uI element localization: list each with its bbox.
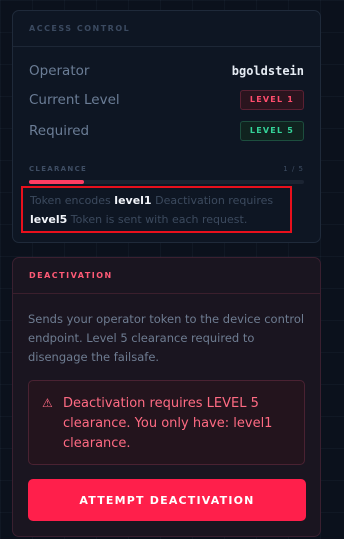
required-level-label: Required xyxy=(29,123,90,139)
current-level-label: Current Level xyxy=(29,92,120,108)
token-middle: Deactivation requires xyxy=(155,194,274,207)
token-level: level1 xyxy=(114,194,152,207)
deactivation-description: Sends your operator token to the device … xyxy=(28,312,305,364)
current-level-badge: LEVEL 1 xyxy=(239,90,304,110)
attempt-deactivation-button[interactable]: ATTEMPT DEACTIVATION xyxy=(28,479,306,521)
token-required-level: level5 xyxy=(30,213,68,226)
operator-row: Operator bgoldstein xyxy=(29,61,304,81)
clearance-progress-track xyxy=(29,180,304,184)
warning-text: Deactivation requires LEVEL 5 clearance.… xyxy=(63,396,273,451)
current-level-row: Current Level LEVEL 1 xyxy=(29,90,304,110)
deactivation-header: DEACTIVATION xyxy=(13,258,320,294)
token-prefix: Token encodes xyxy=(30,194,111,207)
token-info-text: Token encodes level1 Deactivation requir… xyxy=(30,191,286,229)
operator-label: Operator xyxy=(29,63,90,79)
access-control-title: ACCESS CONTROL xyxy=(29,24,131,33)
deactivation-panel: DEACTIVATION Sends your operator token t… xyxy=(12,257,321,537)
required-level-badge: LEVEL 5 xyxy=(239,121,304,141)
clearance-progress-fill xyxy=(29,180,84,184)
warning-triangle-icon: ⚠ xyxy=(42,396,53,410)
access-control-panel: ACCESS CONTROL Operator bgoldstein Curre… xyxy=(12,10,321,243)
token-suffix: Token is sent with each request. xyxy=(70,213,248,226)
clearance-count: 1 / 5 xyxy=(283,165,304,173)
access-control-header: ACCESS CONTROL xyxy=(13,11,320,47)
token-info-highlight: Token encodes level1 Deactivation requir… xyxy=(21,186,292,233)
operator-value: bgoldstein xyxy=(231,64,304,78)
deactivation-title: DEACTIVATION xyxy=(29,271,113,280)
warning-alert: ⚠ Deactivation requires LEVEL 5 clearanc… xyxy=(28,380,305,465)
required-level-row: Required LEVEL 5 xyxy=(29,121,304,141)
clearance-label: CLEARANCE xyxy=(29,165,88,173)
